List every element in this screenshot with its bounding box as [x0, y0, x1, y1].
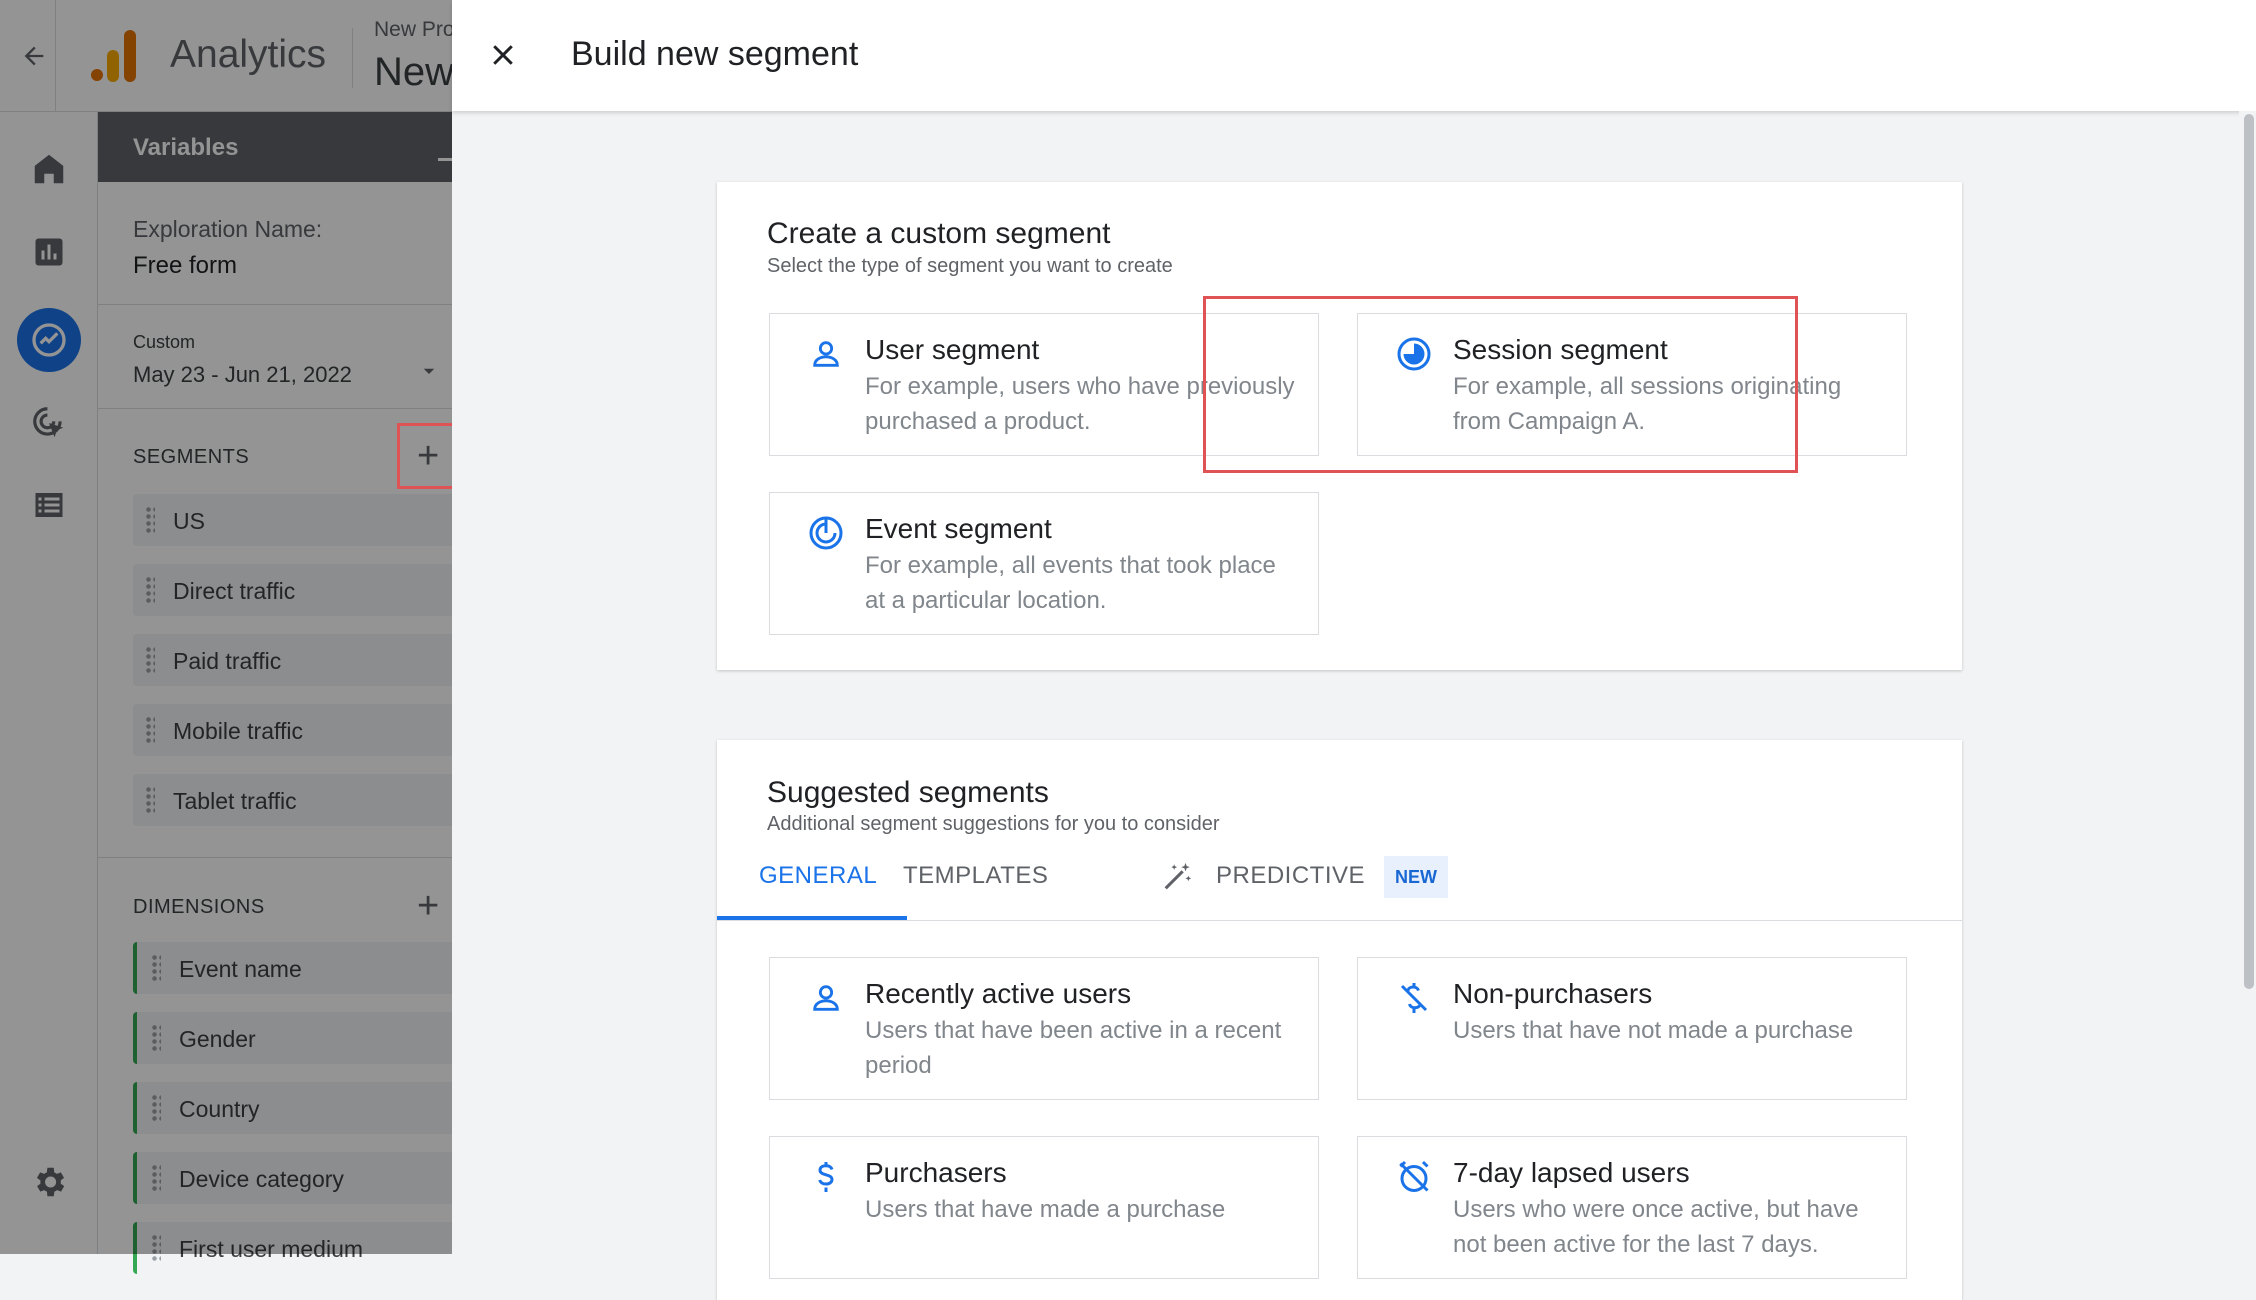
alarm-off-icon [1396, 1159, 1432, 1195]
money-off-icon [1396, 980, 1432, 1016]
new-badge: NEW [1384, 856, 1448, 898]
option-description: Users that have not made a purchase [1453, 1017, 1854, 1044]
tab-predictive[interactable]: PREDICTIVE [1216, 862, 1365, 890]
suggested-segments-title: Suggested segments [767, 776, 1049, 809]
option-description: Users that have been active in a recent … [865, 1017, 1282, 1079]
option-description: For example, all events that took place … [865, 552, 1276, 614]
dialog-title: Build new segment [571, 35, 859, 73]
lapsed-users-option[interactable]: 7-day lapsed users Users who were once a… [1357, 1136, 1907, 1279]
option-description: Users that have made a purchase [865, 1196, 1226, 1223]
magic-wand-icon [1164, 862, 1192, 890]
dialog-header: Build new segment [452, 0, 2256, 111]
option-title: User segment [865, 334, 1040, 365]
option-title: Recently active users [865, 978, 1132, 1009]
dollar-icon [808, 1159, 844, 1195]
custom-segment-title: Create a custom segment [767, 217, 1111, 250]
event-segment-option[interactable]: Event segment For example, all events th… [769, 492, 1319, 635]
option-description: Users who were once active, but have not… [1453, 1196, 1859, 1258]
suggested-segments-card: Suggested segments Additional segment su… [717, 740, 1962, 1300]
option-title: Purchasers [865, 1157, 1007, 1188]
tab-general[interactable]: GENERAL [759, 862, 877, 890]
close-icon [493, 45, 513, 65]
purchasers-option[interactable]: Purchasers Users that have made a purcha… [769, 1136, 1319, 1279]
build-segment-dialog: Build new segment Create a custom segmen… [452, 0, 2256, 1300]
person-icon [808, 980, 844, 1016]
option-title: Event segment [865, 513, 1052, 544]
tab-templates[interactable]: TEMPLATES [903, 862, 1048, 890]
modal-scrim[interactable] [0, 0, 452, 1254]
scrollbar-thumb[interactable] [2244, 114, 2254, 989]
option-title: Non-purchasers [1453, 978, 1653, 1009]
option-title: 7-day lapsed users [1453, 1157, 1690, 1188]
person-icon [808, 336, 844, 372]
tabs-divider [717, 920, 1962, 921]
suggested-segments-subtitle: Additional segment suggestions for you t… [767, 813, 1220, 835]
user-segment-highlight-box [1203, 296, 1798, 473]
close-button[interactable] [478, 30, 528, 80]
event-target-icon [808, 515, 844, 551]
non-purchasers-option[interactable]: Non-purchasers Users that have not made … [1357, 957, 1907, 1100]
recently-active-users-option[interactable]: Recently active users Users that have be… [769, 957, 1319, 1100]
custom-segment-subtitle: Select the type of segment you want to c… [767, 255, 1173, 277]
